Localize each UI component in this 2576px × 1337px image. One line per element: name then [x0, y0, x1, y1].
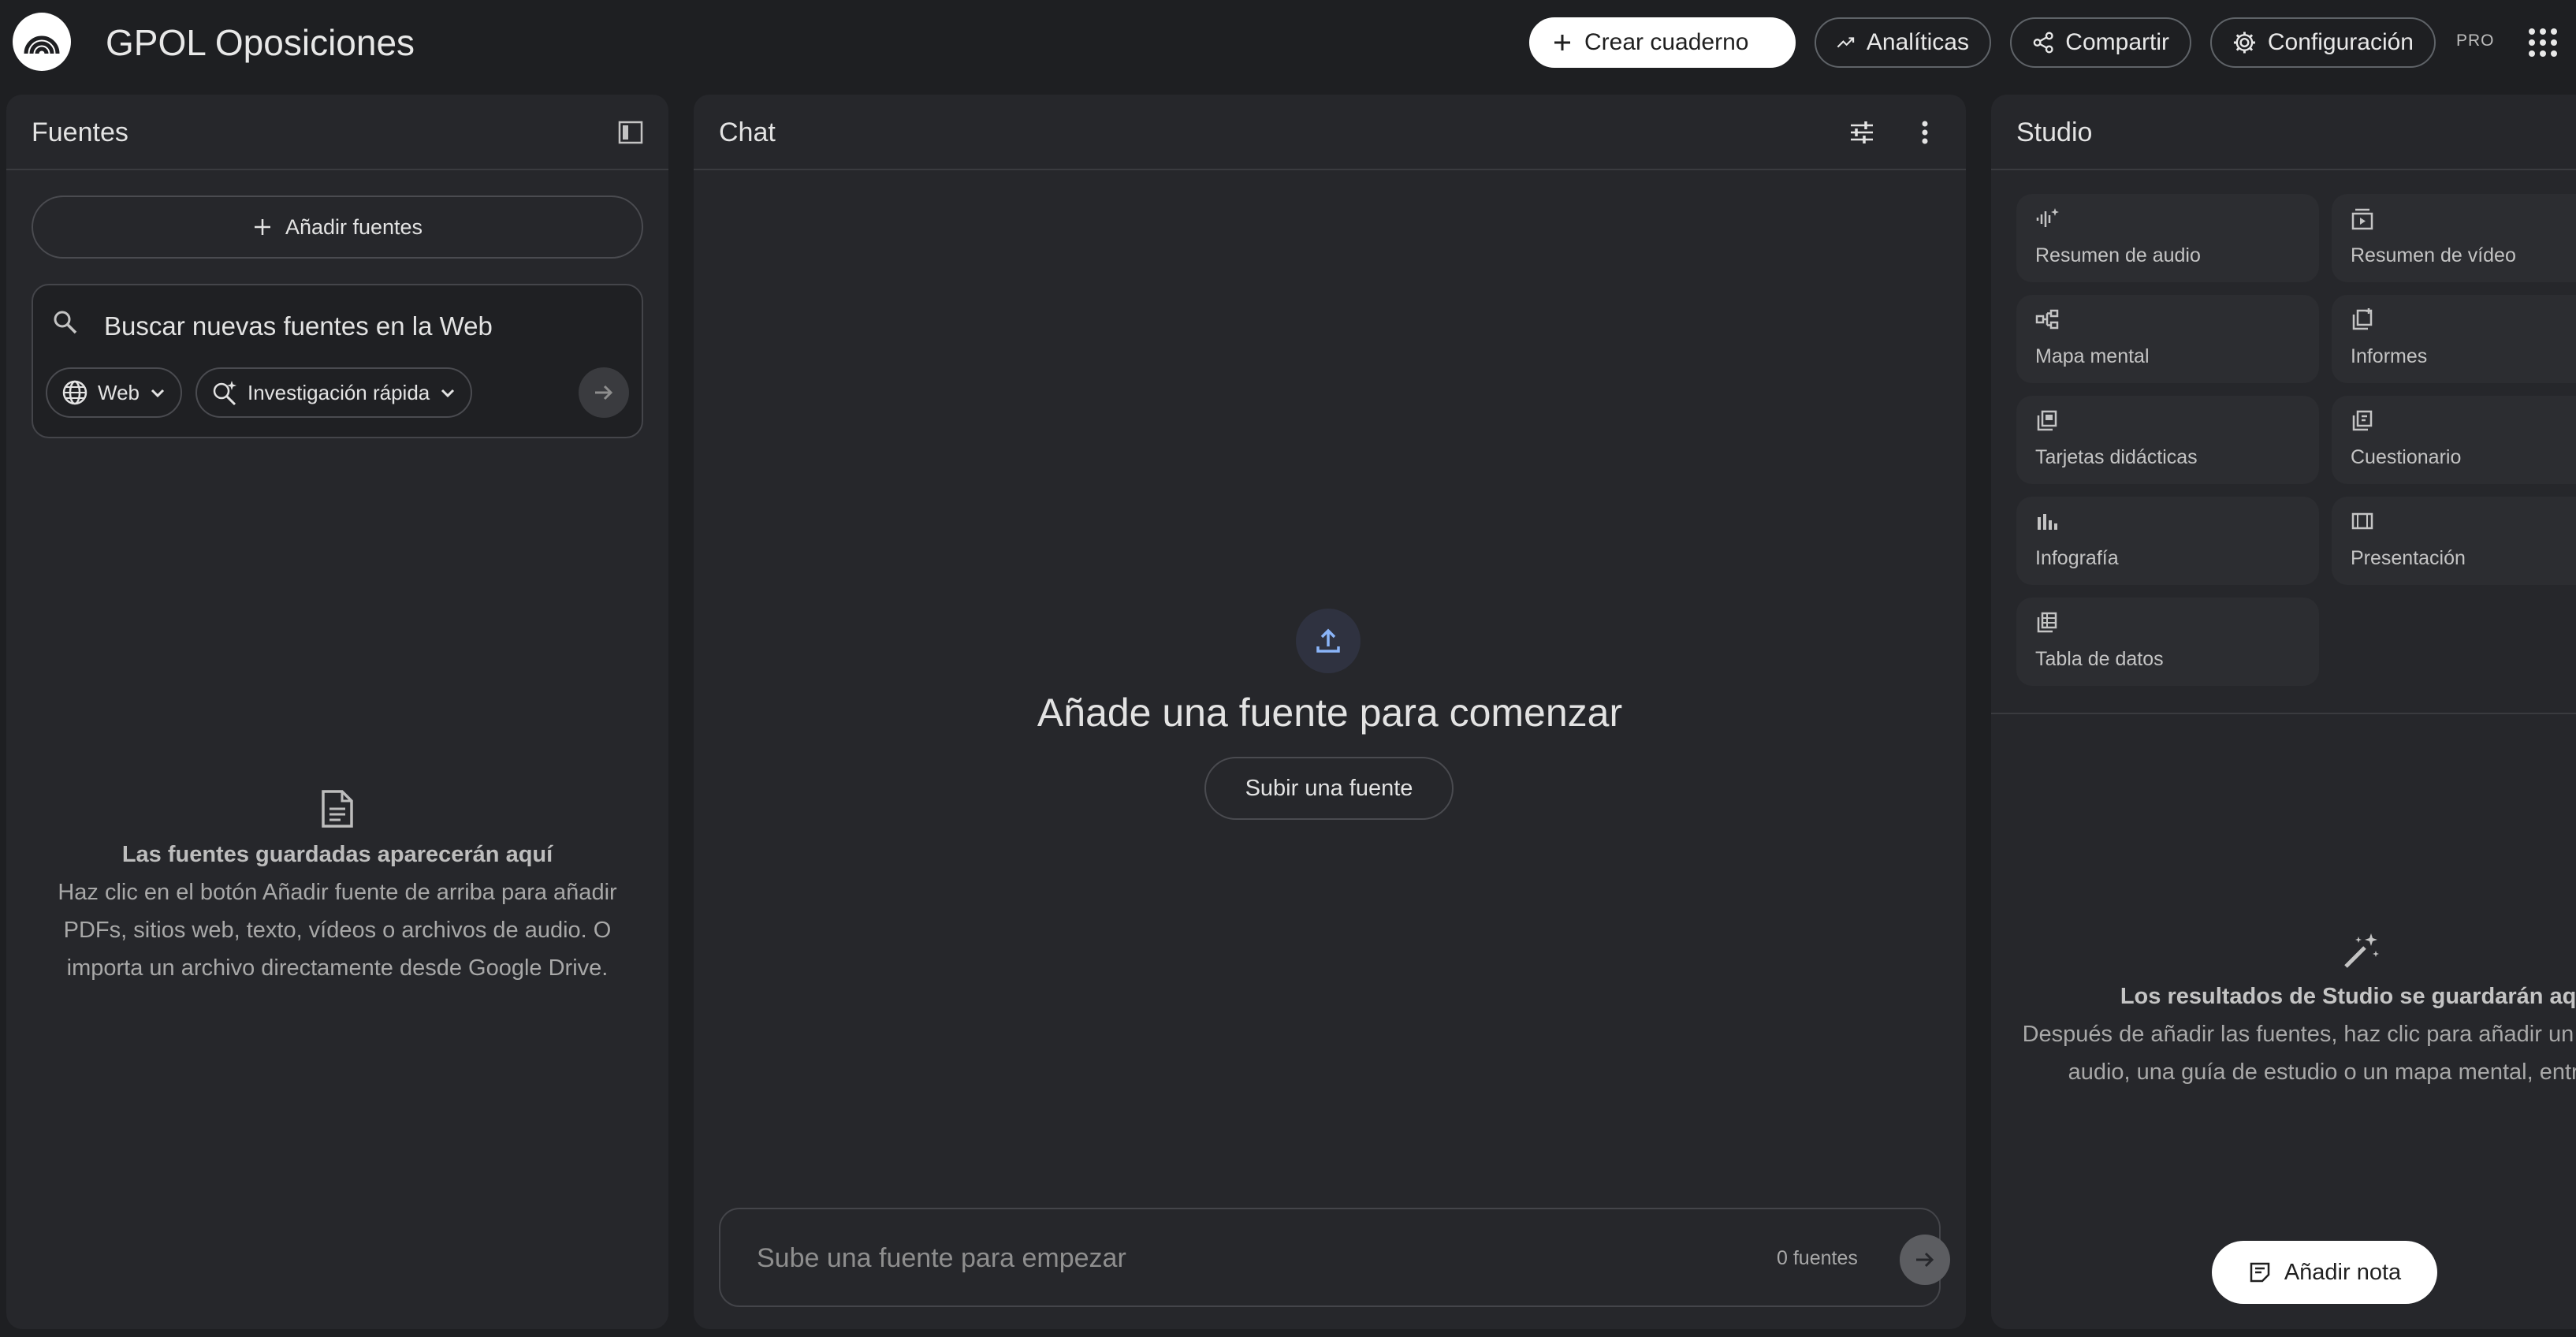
upload-icon-badge: [1296, 609, 1361, 673]
studio-header: Studio: [1991, 95, 2576, 170]
slides-icon: [2351, 512, 2373, 530]
studio-tile-label: Informes: [2351, 345, 2428, 367]
notebook-logo-icon: [24, 35, 60, 54]
studio-panel: Studio Resumen de audio Resumen de vídeo: [1991, 95, 2576, 1329]
studio-tile-label: Cuestionario: [2351, 446, 2462, 468]
audio-icon: [2036, 208, 2059, 227]
studio-tile-label: Infografía: [2035, 547, 2119, 569]
sources-empty-title: Las fuentes guardadas aparecerán aquí: [121, 842, 553, 867]
settings-label: Configuración: [2267, 29, 2414, 55]
apps-grid-icon[interactable]: [2527, 27, 2559, 58]
pro-badge: PRO: [2456, 32, 2495, 50]
studio-tile-flashcards[interactable]: Tarjetas didácticas: [2016, 396, 2319, 484]
collapse-panel-button[interactable]: [613, 115, 648, 150]
analytics-label: Analíticas: [1866, 29, 1969, 55]
sources-empty-description: Haz clic en el botón Añadir fuente de ar…: [58, 880, 617, 981]
add-note-button[interactable]: Añadir nota: [2212, 1241, 2437, 1304]
settings-button[interactable]: Configuración: [2210, 17, 2436, 68]
chevron-down-icon: [441, 389, 455, 398]
search-submit-button[interactable]: [579, 367, 629, 418]
top-bar: GPOL Oposiciones Crear cuaderno Analític…: [0, 0, 2576, 85]
research-mode-dropdown[interactable]: Investigación rápida: [195, 367, 473, 418]
add-sources-button[interactable]: Añadir fuentes: [32, 196, 643, 259]
share-label: Compartir: [2065, 29, 2169, 55]
mindmap-icon: [2035, 309, 2059, 330]
quiz-icon: [2352, 410, 2373, 431]
studio-tile-label: Mapa mental: [2035, 345, 2150, 367]
arrow-right-icon: [595, 385, 613, 400]
document-icon: [322, 790, 353, 828]
studio-tile-label: Tarjetas didácticas: [2035, 446, 2198, 468]
upload-source-button[interactable]: Subir una fuente: [1204, 757, 1454, 820]
infographic-icon: [2038, 514, 2057, 530]
send-button[interactable]: [1900, 1235, 1950, 1285]
sources-empty-state: Las fuentes guardadas aparecerán aquí Ha…: [32, 788, 643, 987]
note-icon: [2250, 1262, 2270, 1283]
studio-tile-audio-overview[interactable]: Resumen de audio: [2016, 194, 2319, 282]
chat-input-placeholder[interactable]: Sube una fuente para empezar: [757, 1239, 1126, 1277]
web-search-box: Buscar nuevas fuentes en la Web Web Inve…: [32, 284, 643, 438]
source-type-dropdown[interactable]: Web: [46, 367, 182, 418]
share-icon: [2033, 32, 2053, 54]
studio-tile-data-table[interactable]: Tabla de datos: [2016, 598, 2319, 686]
create-notebook-label: Crear cuaderno: [1584, 29, 1749, 55]
studio-tile-label: Tabla de datos: [2035, 648, 2164, 670]
plus-icon: [1554, 35, 1570, 50]
studio-tile-mind-map[interactable]: Mapa mental: [2016, 295, 2319, 383]
magic-wand-icon: [2344, 933, 2379, 968]
chat-input-box[interactable]: Sube una fuente para empezar 0 fuentes: [719, 1208, 1950, 1307]
add-sources-label: Añadir fuentes: [285, 214, 423, 239]
gear-icon: [2233, 32, 2255, 54]
studio-title: Studio: [2016, 117, 2093, 147]
chat-header: Chat: [694, 95, 1966, 170]
studio-divider: [1991, 713, 2576, 714]
studio-tile-video-overview[interactable]: Resumen de vídeo: [2332, 194, 2576, 282]
studio-tile-reports[interactable]: Informes: [2332, 295, 2576, 383]
studio-tile-label: Resumen de audio: [2035, 244, 2201, 266]
chat-empty-heading: Añade una fuente para comenzar: [1037, 691, 1623, 735]
sidebar-collapse-icon: [618, 121, 643, 144]
more-vert-icon: [1922, 121, 1928, 144]
video-icon: [2351, 208, 2373, 230]
studio-tile-quiz[interactable]: Cuestionario: [2332, 396, 2576, 484]
chat-more-button[interactable]: [1908, 115, 1942, 150]
upload-icon: [1316, 628, 1340, 653]
table-icon: [2037, 612, 2057, 633]
arrow-right-icon: [1916, 1252, 1934, 1268]
search-icon: [54, 311, 77, 334]
studio-tile-label: Presentación: [2351, 547, 2466, 569]
chat-settings-button[interactable]: [1845, 115, 1879, 150]
share-button[interactable]: Compartir: [2010, 17, 2191, 68]
sources-panel: Fuentes Añadir fuentes Buscar nuevas fue…: [6, 95, 668, 1329]
studio-tile-presentation[interactable]: Presentación: [2332, 497, 2576, 585]
search-spark-icon: [213, 381, 236, 406]
add-note-label: Añadir nota: [2284, 1259, 2402, 1285]
report-icon: [2352, 308, 2373, 330]
globe-icon: [62, 380, 87, 405]
create-notebook-button[interactable]: Crear cuaderno: [1529, 17, 1796, 68]
plus-icon: [254, 219, 270, 235]
sources-title: Fuentes: [32, 117, 128, 147]
research-mode-label: Investigación rápida: [248, 380, 430, 404]
studio-tile-infographic[interactable]: Infografía: [2016, 497, 2319, 585]
studio-empty-description: Después de añadir las fuentes, haz clic …: [2022, 1022, 2576, 1085]
flashcards-icon: [2037, 410, 2057, 431]
app-logo[interactable]: [13, 13, 71, 71]
trending-up-icon: [1837, 37, 1855, 48]
studio-empty-title: Los resultados de Studio se guardarán aq…: [2120, 984, 2576, 1009]
analytics-button[interactable]: Analíticas: [1815, 17, 1991, 68]
studio-empty-state: Los resultados de Studio se guardarán aq…: [2007, 930, 2576, 1091]
chat-panel: Chat Añade una fuente para comenzar Subi…: [694, 95, 1966, 1329]
source-type-label: Web: [98, 380, 140, 404]
studio-tile-label: Resumen de vídeo: [2351, 244, 2516, 266]
chevron-down-icon: [151, 389, 165, 398]
sources-header: Fuentes: [6, 95, 668, 170]
source-count: 0 fuentes: [1777, 1247, 1858, 1269]
chat-title: Chat: [719, 117, 776, 147]
notebook-title[interactable]: GPOL Oposiciones: [106, 19, 415, 66]
web-search-input[interactable]: Buscar nuevas fuentes en la Web: [104, 307, 493, 345]
tune-icon: [1851, 121, 1873, 143]
